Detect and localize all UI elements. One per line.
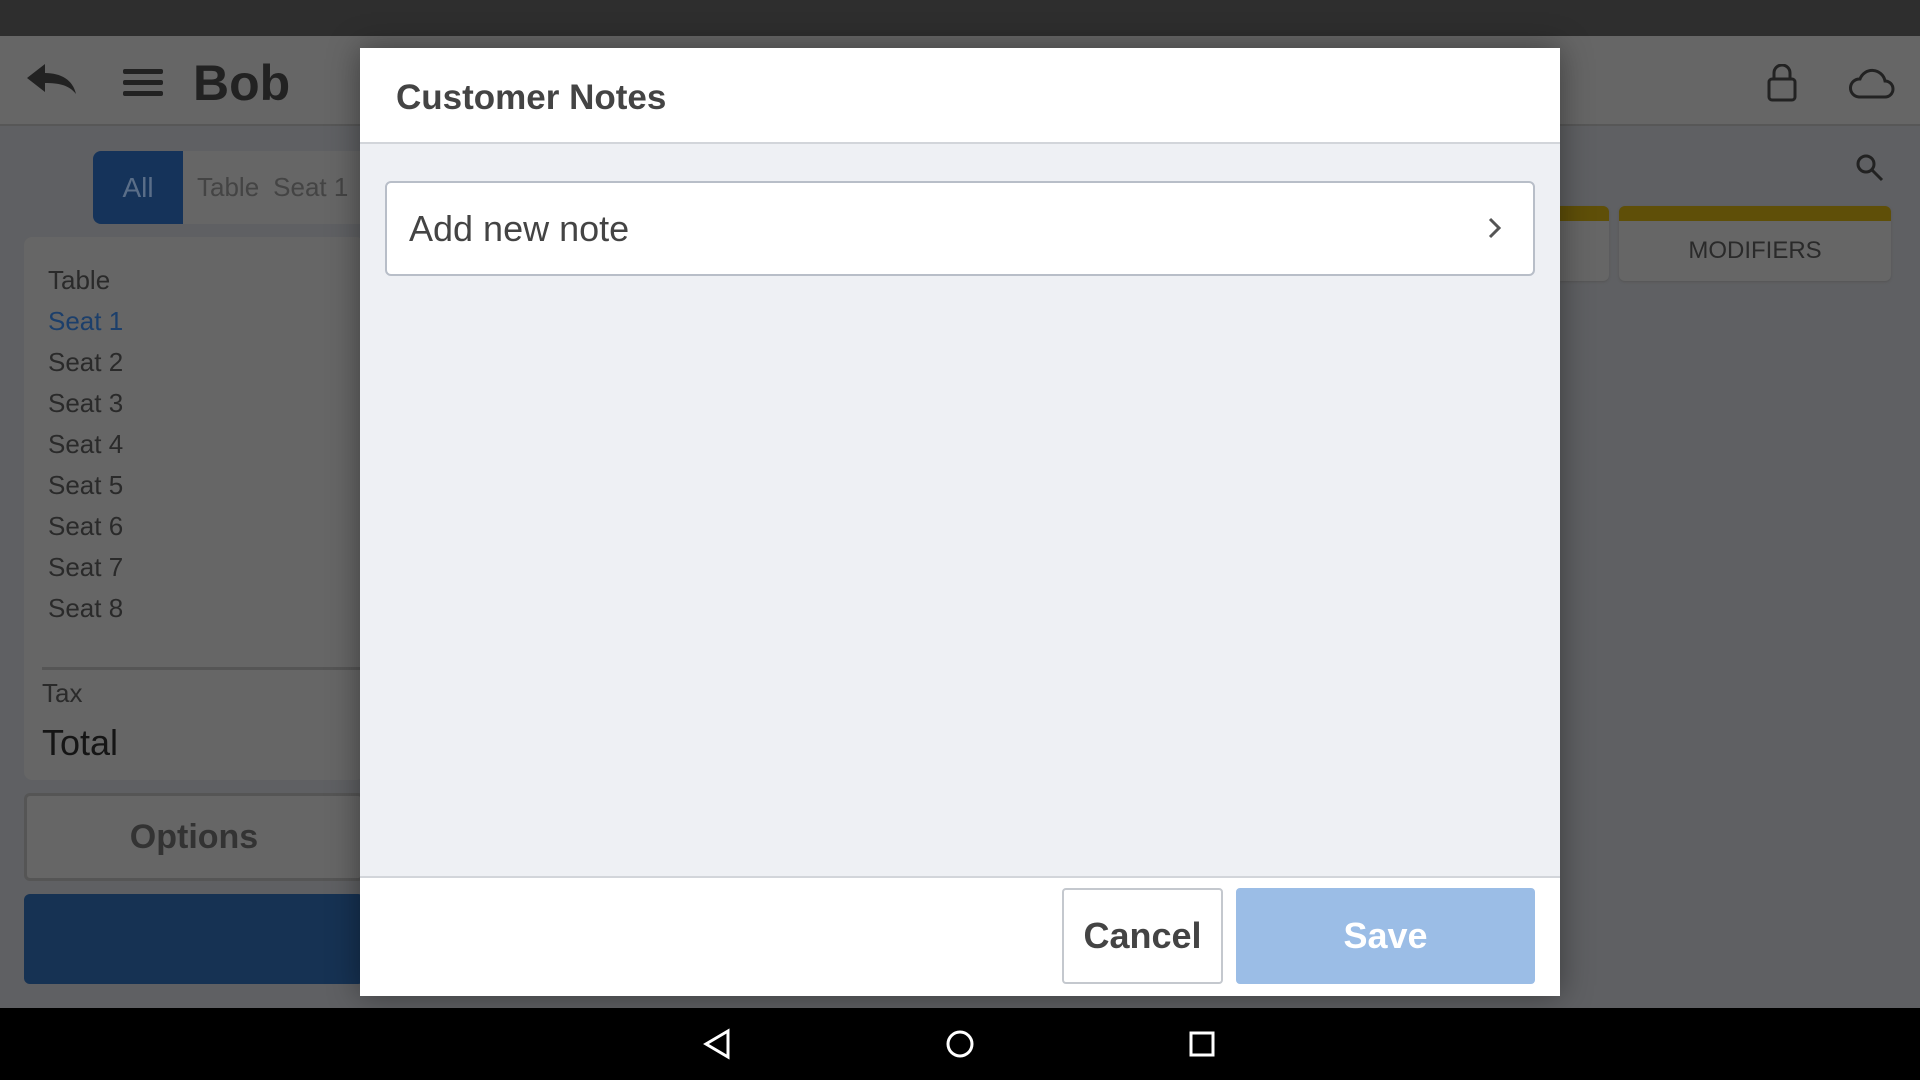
cloud-icon[interactable] <box>1847 66 1895 100</box>
status-bar <box>0 0 1920 36</box>
nav-recents-icon[interactable] <box>1189 1031 1215 1057</box>
seat-item-seat-5[interactable]: Seat 5 <box>48 470 123 501</box>
primary-action-button[interactable] <box>24 894 364 984</box>
customer-notes-dialog: Customer Notes Add new note Cancel Save <box>360 48 1560 996</box>
nav-home-icon[interactable] <box>945 1029 975 1059</box>
cancel-button[interactable]: Cancel <box>1062 888 1223 984</box>
tax-label: Tax <box>42 678 83 708</box>
add-note-label: Add new note <box>409 207 630 249</box>
options-button[interactable]: Options <box>24 793 364 881</box>
navigation-bar <box>0 1008 1920 1080</box>
seat-item-seat-7[interactable]: Seat 7 <box>48 552 123 583</box>
dialog-header: Customer Notes <box>360 48 1560 144</box>
dialog-footer: Cancel Save <box>360 876 1560 996</box>
seat-item-table[interactable]: Table <box>48 265 110 296</box>
page-title: Bob <box>193 55 291 111</box>
category-modifiers[interactable]: MODIFIERS <box>1619 206 1891 281</box>
tab-table[interactable]: Table <box>197 172 259 203</box>
search-icon[interactable] <box>1855 153 1885 183</box>
seat-item-seat-3[interactable]: Seat 3 <box>48 388 123 419</box>
lock-icon[interactable] <box>1767 64 1797 102</box>
menu-icon[interactable] <box>123 67 163 99</box>
total-label: Total <box>42 722 119 763</box>
tab-seat-1[interactable]: Seat 1 <box>273 172 348 203</box>
tab-all[interactable]: All <box>93 151 183 224</box>
nav-back-icon[interactable] <box>702 1028 732 1060</box>
seat-item-seat-1[interactable]: Seat 1 <box>48 306 123 337</box>
add-note-button[interactable]: Add new note <box>385 181 1535 276</box>
seat-item-seat-4[interactable]: Seat 4 <box>48 429 123 460</box>
divider <box>42 667 362 670</box>
save-button[interactable]: Save <box>1236 888 1535 984</box>
seat-item-seat-6[interactable]: Seat 6 <box>48 511 123 542</box>
chevron-right-icon <box>1488 217 1502 239</box>
dialog-title: Customer Notes <box>396 78 667 117</box>
seat-tabs: All Table Seat 1 <box>93 151 373 224</box>
seat-item-seat-2[interactable]: Seat 2 <box>48 347 123 378</box>
category-card[interactable] <box>1560 206 1609 281</box>
back-arrow-icon[interactable] <box>27 64 77 98</box>
seat-item-seat-8[interactable]: Seat 8 <box>48 593 123 624</box>
